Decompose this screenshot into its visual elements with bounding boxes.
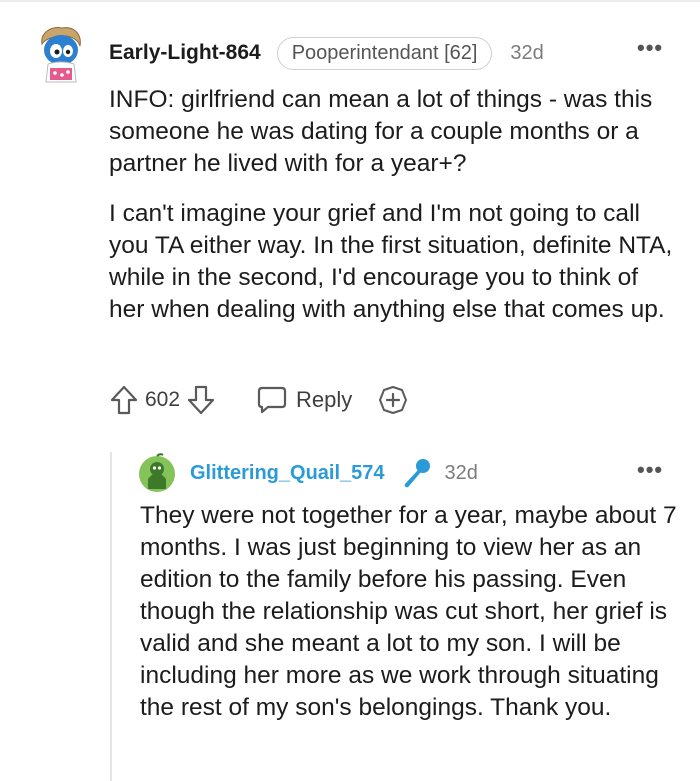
award-plus-icon <box>379 386 408 414</box>
comment-actions: 602 Reply <box>109 380 408 420</box>
more-options-icon[interactable]: ••• <box>637 37 663 59</box>
user-avatar[interactable] <box>34 24 86 84</box>
reply-button[interactable]: Reply <box>256 385 352 415</box>
thread-line[interactable] <box>110 452 112 781</box>
vote-count: 602 <box>145 388 181 411</box>
speech-bubble-icon <box>256 385 288 415</box>
reply-label: Reply <box>296 387 353 412</box>
comment-paragraph: INFO: girlfriend can mean a lot of thing… <box>109 86 653 177</box>
downvote-arrow-icon[interactable] <box>186 384 216 416</box>
comment-timestamp: 32d <box>510 41 544 64</box>
comment-timestamp: 32d <box>444 461 478 484</box>
author-username[interactable]: Glittering_Quail_574 <box>190 462 385 485</box>
comment-paragraph: I can't imagine your grief and I'm not g… <box>109 200 673 323</box>
upvote-arrow-icon[interactable] <box>109 384 139 416</box>
comment-header: Glittering_Quail_574 32d <box>190 456 478 490</box>
award-button[interactable] <box>378 385 408 415</box>
comment-body: INFO: girlfriend can mean a lot of thing… <box>109 84 674 344</box>
comment-paragraph: They were not together for a year, maybe… <box>140 502 677 721</box>
microphone-icon <box>399 457 433 489</box>
comment-body: They were not together for a year, maybe… <box>140 500 680 724</box>
user-flair: Pooperintendant [62] <box>276 36 493 70</box>
author-username[interactable]: Early-Light-864 <box>109 41 261 65</box>
top-divider <box>0 0 700 2</box>
more-options-icon[interactable]: ••• <box>637 459 663 481</box>
user-avatar[interactable] <box>138 453 176 493</box>
comment-header: Early-Light-864 Pooperintendant [62] 32d <box>109 34 544 72</box>
